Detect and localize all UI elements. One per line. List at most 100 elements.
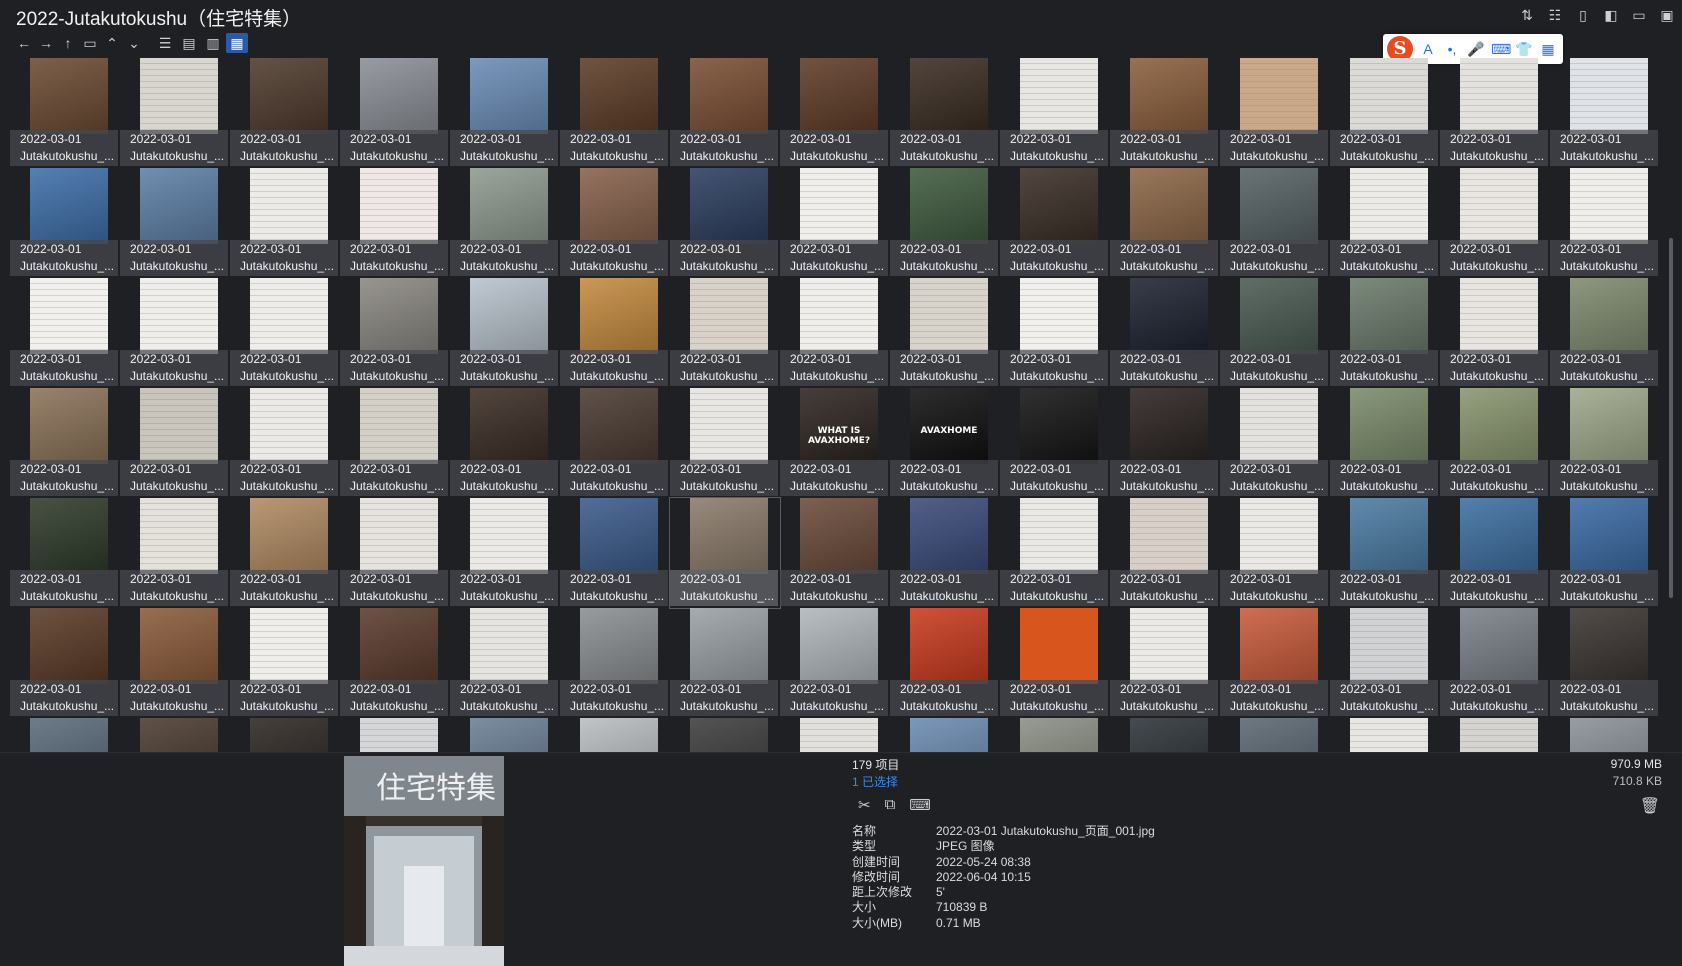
- up-button[interactable]: ↑: [58, 33, 78, 53]
- file-thumbnail[interactable]: 2022-03-01Jutakutokushu_...: [450, 498, 560, 608]
- file-thumbnail[interactable]: 2022-03-01Jutakutokushu_...: [1220, 498, 1330, 608]
- file-thumbnail[interactable]: 2022-03-01Jutakutokushu_...: [1550, 388, 1660, 498]
- file-thumbnail[interactable]: 2022-03-01Jutakutokushu_...: [450, 388, 560, 498]
- file-thumbnail[interactable]: 2022-03-01Jutakutokushu_...: [1550, 58, 1660, 168]
- file-thumbnail[interactable]: 2022-03-01Jutakutokushu_...: [1220, 608, 1330, 718]
- thumbnail-view-button[interactable]: ▦: [226, 33, 248, 53]
- file-thumbnail[interactable]: 2022-03-01Jutakutokushu_...: [340, 278, 450, 388]
- copy-icon[interactable]: ⧉: [885, 796, 896, 814]
- file-thumbnail[interactable]: 2022-03-01Jutakutokushu_...: [340, 168, 450, 278]
- file-thumbnail[interactable]: 2022-03-01Jutakutokushu_...: [1110, 608, 1220, 718]
- file-thumbnail[interactable]: 2022-03-01Jutakutokushu_...: [560, 608, 670, 718]
- cut-icon[interactable]: ✂: [858, 796, 871, 814]
- file-thumbnail[interactable]: 2022-03-01Jutakutokushu_...: [560, 718, 670, 752]
- file-thumbnail[interactable]: 2022-03-01Jutakutokushu_...: [1220, 58, 1330, 168]
- file-thumbnail[interactable]: 2022-03-01Jutakutokushu_...: [230, 498, 340, 608]
- file-thumbnail[interactable]: 2022-03-01Jutakutokushu_...: [1440, 388, 1550, 498]
- file-thumbnail[interactable]: 2022-03-01Jutakutokushu_...: [890, 718, 1000, 752]
- file-thumbnail[interactable]: 2022-03-01Jutakutokushu_...: [450, 608, 560, 718]
- file-thumbnail[interactable]: 2022-03-01Jutakutokushu_...: [1440, 608, 1550, 718]
- file-thumbnail[interactable]: 2022-03-01Jutakutokushu_...: [670, 608, 780, 718]
- file-thumbnail[interactable]: 2022-03-01Jutakutokushu_...: [1330, 388, 1440, 498]
- expand-down-button[interactable]: ⌄: [124, 33, 144, 53]
- file-thumbnail[interactable]: 2022-03-01Jutakutokushu_...: [780, 168, 890, 278]
- file-thumbnail[interactable]: 2022-03-01Jutakutokushu_...: [1550, 498, 1660, 608]
- file-thumbnail[interactable]: 2022-03-01Jutakutokushu_...: [1330, 168, 1440, 278]
- forward-button[interactable]: →: [36, 33, 56, 53]
- file-thumbnail[interactable]: 2022-03-01Jutakutokushu_...: [560, 168, 670, 278]
- file-thumbnail[interactable]: 2022-03-01Jutakutokushu_...: [780, 58, 890, 168]
- file-thumbnail[interactable]: 2022-03-01Jutakutokushu_...: [1330, 718, 1440, 752]
- file-thumbnail[interactable]: 2022-03-01Jutakutokushu_...: [340, 498, 450, 608]
- file-thumbnail[interactable]: 2022-03-01Jutakutokushu_...: [780, 608, 890, 718]
- file-thumbnail[interactable]: 2022-03-01Jutakutokushu_...: [10, 58, 120, 168]
- file-thumbnail[interactable]: 2022-03-01Jutakutokushu_...: [10, 608, 120, 718]
- file-thumbnail[interactable]: 2022-03-01Jutakutokushu_...: [1000, 498, 1110, 608]
- file-thumbnail[interactable]: 2022-03-01Jutakutokushu_...: [120, 278, 230, 388]
- tree-view-icon[interactable]: ☷: [1546, 6, 1564, 24]
- back-button[interactable]: ←: [14, 33, 34, 53]
- file-thumbnail[interactable]: 2022-03-01Jutakutokushu_...: [1330, 608, 1440, 718]
- file-thumbnail[interactable]: 2022-03-01Jutakutokushu_...: [1000, 278, 1110, 388]
- sort-icon[interactable]: ⇅: [1518, 6, 1536, 24]
- file-thumbnail[interactable]: WHAT IS AVAXHOME? 2022-03-01 Jutakutokushu…: [780, 388, 890, 498]
- file-thumbnail[interactable]: 2022-03-01Jutakutokushu_...: [780, 498, 890, 608]
- file-thumbnail[interactable]: 2022-03-01Jutakutokushu_...: [890, 608, 1000, 718]
- file-thumbnail[interactable]: 2022-03-01Jutakutokushu_...: [780, 718, 890, 752]
- file-thumbnail[interactable]: 2022-03-01Jutakutokushu_...: [230, 58, 340, 168]
- file-thumbnail[interactable]: 2022-03-01Jutakutokushu_...: [1550, 718, 1660, 752]
- file-thumbnail[interactable]: 2022-03-01Jutakutokushu_...: [1330, 498, 1440, 608]
- file-thumbnail[interactable]: 2022-03-01Jutakutokushu_...: [1000, 608, 1110, 718]
- file-thumbnail[interactable]: 2022-03-01Jutakutokushu_...: [560, 278, 670, 388]
- file-thumbnail[interactable]: 2022-03-01Jutakutokushu_...: [10, 278, 120, 388]
- file-thumbnail[interactable]: 2022-03-01Jutakutokushu_...: [230, 608, 340, 718]
- file-thumbnail[interactable]: 2022-03-01Jutakutokushu_...: [450, 718, 560, 752]
- ime-skin-icon[interactable]: 👕: [1515, 41, 1533, 58]
- panel-left-icon[interactable]: ◧: [1602, 6, 1620, 24]
- file-thumbnail[interactable]: 2022-03-01Jutakutokushu_...: [1550, 608, 1660, 718]
- file-thumbnail[interactable]: 2022-03-01Jutakutokushu_...: [670, 58, 780, 168]
- file-thumbnail[interactable]: 2022-03-01Jutakutokushu_...: [1000, 388, 1110, 498]
- file-thumbnail[interactable]: 2022-03-01Jutakutokushu_...: [1440, 498, 1550, 608]
- file-thumbnail[interactable]: 2022-03-01Jutakutokushu_...: [120, 168, 230, 278]
- file-thumbnail[interactable]: 2022-03-01Jutakutokushu_...: [1220, 388, 1330, 498]
- ime-punct-icon[interactable]: •,: [1443, 41, 1461, 57]
- file-thumbnail[interactable]: 2022-03-01Jutakutokushu_...: [890, 168, 1000, 278]
- file-thumbnail[interactable]: 2022-03-01Jutakutokushu_...: [1440, 58, 1550, 168]
- file-thumbnail[interactable]: 2022-03-01Jutakutokushu_...: [560, 388, 670, 498]
- file-thumbnail[interactable]: 2022-03-01Jutakutokushu_...: [890, 278, 1000, 388]
- file-thumbnail[interactable]: 2022-03-01Jutakutokushu_...: [560, 58, 670, 168]
- file-thumbnail[interactable]: 2022-03-01Jutakutokushu_...: [890, 58, 1000, 168]
- file-thumbnail[interactable]: 2022-03-01Jutakutokushu_...: [1110, 168, 1220, 278]
- folder-button[interactable]: ▭: [80, 33, 100, 53]
- file-thumbnail[interactable]: 2022-03-01Jutakutokushu_...: [340, 608, 450, 718]
- file-thumbnail[interactable]: 2022-03-01Jutakutokushu_...: [230, 718, 340, 752]
- file-thumbnail[interactable]: 2022-03-01Jutakutokushu_...: [1110, 278, 1220, 388]
- file-thumbnail[interactable]: 2022-03-01Jutakutokushu_...: [780, 278, 890, 388]
- file-thumbnail[interactable]: 2022-03-01Jutakutokushu_...: [670, 388, 780, 498]
- file-thumbnail[interactable]: 2022-03-01Jutakutokushu_...: [10, 718, 120, 752]
- document-icon[interactable]: ▯: [1574, 6, 1592, 24]
- file-thumbnail[interactable]: 2022-03-01Jutakutokushu_...: [340, 718, 450, 752]
- file-thumbnail[interactable]: 2022-03-01Jutakutokushu_...: [340, 388, 450, 498]
- panel-preview-icon[interactable]: ▭: [1630, 6, 1648, 24]
- file-thumbnail[interactable]: 2022-03-01Jutakutokushu_...: [669, 497, 781, 609]
- file-thumbnail[interactable]: 2022-03-01Jutakutokushu_...: [1440, 718, 1550, 752]
- file-thumbnail[interactable]: 2022-03-01Jutakutokushu_...: [560, 498, 670, 608]
- file-thumbnail[interactable]: 2022-03-01Jutakutokushu_...: [1110, 58, 1220, 168]
- file-thumbnail[interactable]: 2022-03-01Jutakutokushu_...: [10, 388, 120, 498]
- file-thumbnail[interactable]: 2022-03-01Jutakutokushu_...: [1000, 718, 1110, 752]
- file-thumbnail[interactable]: AVAXHOME 2022-03-01 Jutakutokushu_...: [890, 388, 1000, 498]
- file-thumbnail[interactable]: 2022-03-01Jutakutokushu_...: [1440, 168, 1550, 278]
- file-thumbnail[interactable]: 2022-03-01Jutakutokushu_...: [1000, 58, 1110, 168]
- file-thumbnail[interactable]: 2022-03-01Jutakutokushu_...: [230, 388, 340, 498]
- ime-mic-icon[interactable]: 🎤: [1467, 41, 1485, 58]
- file-thumbnail[interactable]: 2022-03-01Jutakutokushu_...: [1330, 58, 1440, 168]
- file-thumbnail[interactable]: 2022-03-01Jutakutokushu_...: [10, 168, 120, 278]
- ime-keyboard-icon[interactable]: ⌨: [1491, 41, 1511, 58]
- file-thumbnail[interactable]: 2022-03-01Jutakutokushu_...: [120, 388, 230, 498]
- file-thumbnail[interactable]: 2022-03-01Jutakutokushu_...: [1110, 498, 1220, 608]
- file-thumbnail[interactable]: 2022-03-01Jutakutokushu_...: [230, 278, 340, 388]
- file-thumbnail[interactable]: 2022-03-01Jutakutokushu_...: [670, 278, 780, 388]
- file-thumbnail[interactable]: 2022-03-01Jutakutokushu_...: [1000, 168, 1110, 278]
